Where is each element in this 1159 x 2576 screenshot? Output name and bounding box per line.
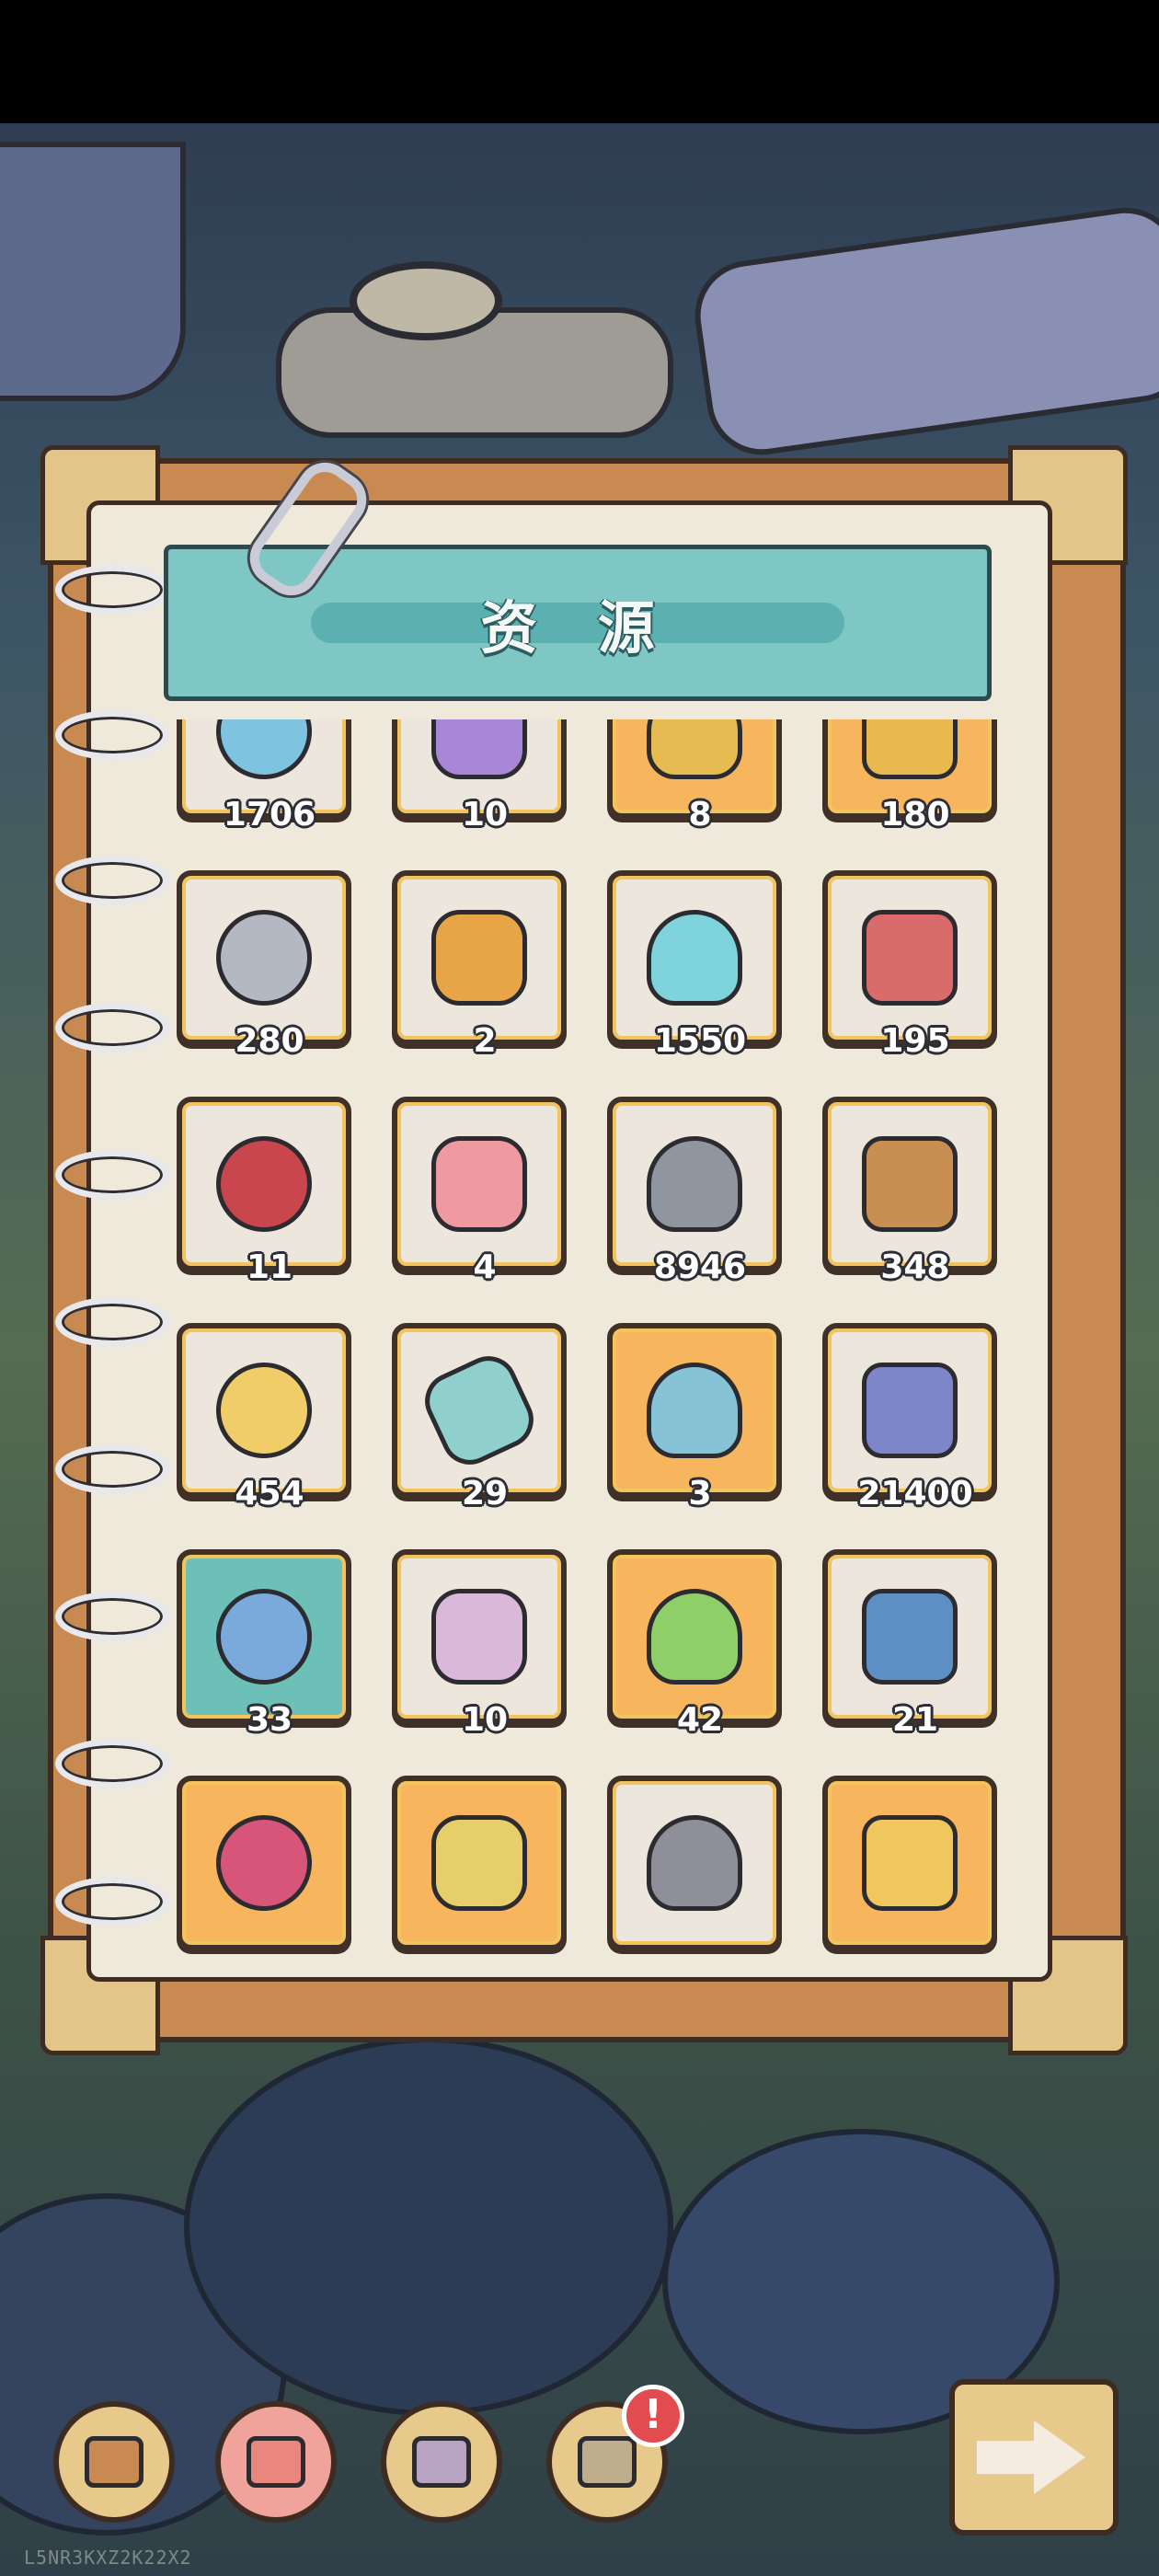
resource-slot[interactable] (392, 1776, 567, 1950)
purple-star-icon (431, 719, 527, 779)
next-button[interactable] (949, 2379, 1119, 2536)
clover-coin-icon (647, 719, 742, 779)
resource-quantity: 10 (461, 796, 509, 834)
resource-slot[interactable]: 4 (392, 1097, 567, 1286)
resource-quantity: 33 (246, 1701, 293, 1739)
title-plate: 资 源 (311, 594, 844, 661)
resource-quantity: 3 (688, 1475, 712, 1512)
wood-logs-icon (862, 1136, 958, 1232)
resource-slot[interactable]: 42 (607, 1549, 782, 1739)
resource-grid-viewport[interactable]: 1706 10 8 180 280 2 1550 195 11 4 8946 348 454 29 3 214… (120, 719, 1021, 1961)
yin-yang-coin-icon (431, 1815, 527, 1911)
resource-slot[interactable]: 454 (177, 1323, 351, 1512)
resource-slot[interactable]: 2 (392, 870, 567, 1060)
brain-icon (431, 1136, 527, 1232)
resource-slot[interactable]: 21 (822, 1549, 997, 1739)
page-title: 资 源 (480, 594, 675, 661)
silver-coin-icon (216, 910, 312, 1006)
blue-crystal-icon (647, 1363, 742, 1458)
gamepad-icon (216, 1136, 312, 1232)
molecule-icon (647, 1589, 742, 1685)
resource-quantity: 195 (880, 1022, 950, 1060)
resource-slot[interactable]: 348 (822, 1097, 997, 1286)
resource-slot[interactable]: 11 (177, 1097, 351, 1286)
resource-grid: 1706 10 8 180 280 2 1550 195 11 4 8946 348 454 29 3 214… (120, 719, 1021, 1961)
resource-slot[interactable]: 10 (392, 719, 567, 834)
boxing-glove-icon (862, 910, 958, 1006)
resource-slot[interactable]: 8 (607, 719, 782, 834)
koi-fish-icon (647, 1815, 742, 1911)
resource-slot[interactable]: 33 (177, 1549, 351, 1739)
resource-quantity: 4 (473, 1248, 497, 1286)
resource-quantity: 280 (235, 1022, 304, 1060)
stone-icon (647, 1136, 742, 1232)
resource-quantity: 454 (235, 1475, 304, 1512)
resource-quantity: 10 (461, 1701, 509, 1739)
potion-bottle-icon (431, 1589, 527, 1685)
pet-button[interactable] (381, 2401, 502, 2523)
camera-icon (578, 2436, 637, 2488)
pet-face-icon (412, 2436, 471, 2488)
flower-coin-icon (862, 1815, 958, 1911)
crystal-badge-icon (647, 910, 742, 1006)
resource-slot[interactable] (822, 1776, 997, 1950)
resource-quantity: 2 (473, 1022, 497, 1060)
pipe-decor (687, 201, 1159, 462)
watermark-text: L5NR3KXZ2K22X2 (24, 2547, 192, 2569)
valve-wheel-decor (350, 261, 502, 340)
resource-slot[interactable]: 29 (392, 1323, 567, 1512)
resource-quantity: 8946 (653, 1248, 747, 1286)
award-ribbon-icon (431, 910, 527, 1006)
bubble-orb-icon (216, 1589, 312, 1685)
gold-medal-icon (862, 719, 958, 779)
backpack-icon (85, 2436, 143, 2488)
resource-slot[interactable]: 195 (822, 870, 997, 1060)
backpack-button[interactable] (53, 2401, 175, 2523)
pink-ticket-icon (200, 1799, 328, 1927)
resource-quantity: 180 (880, 796, 950, 834)
resource-slot[interactable]: 1706 (177, 719, 351, 834)
ticket-icon (200, 719, 328, 796)
map-scroll-icon (415, 1346, 544, 1475)
resource-quantity: 42 (676, 1701, 724, 1739)
resource-slot[interactable] (177, 1776, 351, 1950)
resource-slot[interactable]: 280 (177, 870, 351, 1060)
resource-quantity: 21 (891, 1701, 939, 1739)
herb-button[interactable] (215, 2401, 337, 2523)
status-bar (0, 0, 1159, 123)
herb-branch-icon (247, 2436, 305, 2488)
resource-slot[interactable]: 1550 (607, 870, 782, 1060)
resource-quantity: 11 (246, 1248, 293, 1286)
resource-quantity: 1706 (223, 796, 316, 834)
resource-quantity: 21400 (857, 1475, 973, 1512)
notification-badge: ! (622, 2385, 684, 2447)
coral-decor (184, 2037, 673, 2416)
tube-icon (200, 1346, 328, 1475)
resource-slot[interactable]: 180 (822, 719, 997, 834)
resource-slot[interactable]: 8946 (607, 1097, 782, 1286)
capsule-icon (862, 1363, 958, 1458)
resource-slot[interactable]: 10 (392, 1549, 567, 1739)
pipe-decor (0, 142, 186, 401)
resource-quantity: 348 (880, 1248, 950, 1286)
resource-slot[interactable] (607, 1776, 782, 1950)
resource-slot[interactable]: 21400 (822, 1323, 997, 1512)
resource-quantity: 1550 (653, 1022, 747, 1060)
resource-quantity: 8 (688, 796, 712, 834)
resource-slot[interactable]: 3 (607, 1323, 782, 1512)
arrow-right-icon (977, 2421, 1085, 2494)
armor-orb-icon (862, 1589, 958, 1685)
resource-quantity: 29 (461, 1475, 509, 1512)
binder-ring (55, 565, 169, 615)
